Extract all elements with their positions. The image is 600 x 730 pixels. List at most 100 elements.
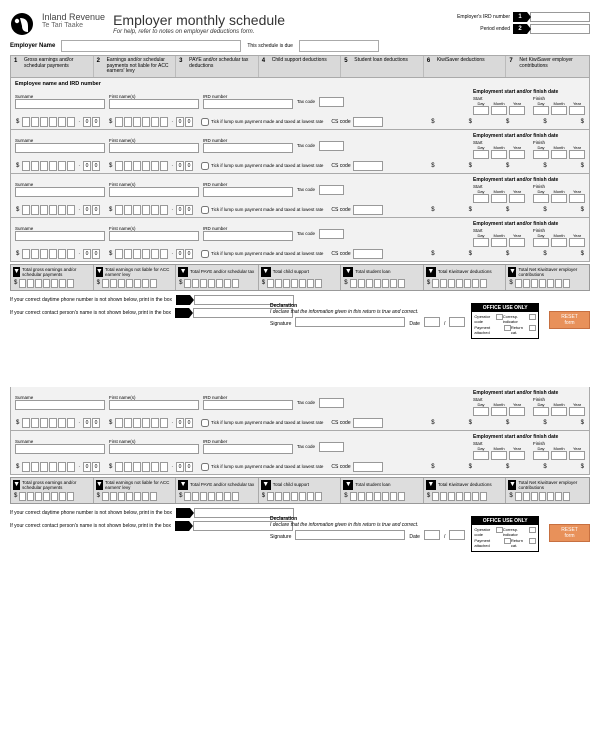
tax-code-input[interactable]: [319, 185, 344, 195]
amount-digit[interactable]: [160, 462, 168, 472]
date-day[interactable]: [533, 106, 549, 115]
total-digit[interactable]: [150, 279, 157, 288]
date-day[interactable]: [473, 407, 489, 416]
total-digit[interactable]: [59, 279, 66, 288]
decl-date-d[interactable]: [424, 317, 440, 327]
total-digit[interactable]: [43, 492, 50, 501]
office-box-p2-1a[interactable]: [496, 527, 503, 533]
date-month[interactable]: [551, 106, 567, 115]
amount-digit[interactable]: [151, 161, 159, 171]
total-digit[interactable]: [547, 492, 554, 501]
total-digit[interactable]: [126, 279, 133, 288]
total-digit[interactable]: [440, 492, 447, 501]
total-digit[interactable]: [267, 279, 274, 288]
amount-digit[interactable]: [22, 161, 30, 171]
amount-digit[interactable]: [124, 462, 132, 472]
total-digit[interactable]: [464, 492, 471, 501]
amount-digit[interactable]: [58, 418, 66, 428]
lump-sum-check[interactable]: Tick if lump sum payment made and taxed …: [201, 206, 323, 214]
office-box-2a[interactable]: [504, 325, 511, 331]
total-digit[interactable]: [307, 279, 314, 288]
amount-digit[interactable]: [160, 161, 168, 171]
ird-number-input[interactable]: [203, 400, 293, 410]
total-digit[interactable]: [142, 492, 149, 501]
amount-digit[interactable]: [22, 249, 30, 259]
amount-digit[interactable]: [142, 249, 150, 259]
total-digit[interactable]: [232, 492, 239, 501]
office-box-p2-2b[interactable]: [529, 538, 536, 544]
total-digit[interactable]: [216, 279, 223, 288]
total-digit[interactable]: [456, 492, 463, 501]
amount-digit[interactable]: [142, 418, 150, 428]
total-digit[interactable]: [350, 492, 357, 501]
total-digit[interactable]: [390, 492, 397, 501]
lump-sum-check[interactable]: Tick if lump sum payment made and taxed …: [201, 118, 323, 126]
surname-input[interactable]: [15, 231, 105, 241]
date-month[interactable]: [551, 150, 567, 159]
firstname-input[interactable]: [109, 187, 199, 197]
total-digit[interactable]: [142, 279, 149, 288]
total-digit[interactable]: [51, 492, 58, 501]
total-digit[interactable]: [358, 279, 365, 288]
tax-code-input[interactable]: [319, 141, 344, 151]
date-year[interactable]: [569, 451, 585, 460]
date-month[interactable]: [491, 106, 507, 115]
cents-digit[interactable]: [176, 161, 184, 171]
total-digit[interactable]: [134, 492, 141, 501]
total-digit[interactable]: [43, 279, 50, 288]
total-digit[interactable]: [315, 279, 322, 288]
amount-digit[interactable]: [151, 249, 159, 259]
office-box-1b[interactable]: [529, 314, 536, 320]
total-digit[interactable]: [192, 492, 199, 501]
total-digit[interactable]: [275, 492, 282, 501]
total-digit[interactable]: [19, 492, 26, 501]
cents-digit[interactable]: [92, 418, 100, 428]
total-digit[interactable]: [398, 492, 405, 501]
date-year[interactable]: [509, 238, 525, 247]
date-year[interactable]: [509, 407, 525, 416]
date-month[interactable]: [551, 451, 567, 460]
decl-date-m[interactable]: [449, 317, 465, 327]
date-day[interactable]: [473, 150, 489, 159]
signature-input[interactable]: [295, 317, 405, 327]
total-digit[interactable]: [19, 279, 26, 288]
total-digit[interactable]: [126, 492, 133, 501]
lump-sum-check[interactable]: Tick if lump sum payment made and taxed …: [201, 463, 323, 471]
amount-digit[interactable]: [40, 117, 48, 127]
cents-digit[interactable]: [185, 249, 193, 259]
total-digit[interactable]: [555, 279, 562, 288]
total-digit[interactable]: [390, 279, 397, 288]
amount-digit[interactable]: [124, 249, 132, 259]
date-year[interactable]: [569, 106, 585, 115]
total-digit[interactable]: [27, 279, 34, 288]
amount-digit[interactable]: [115, 462, 123, 472]
cs-code-input[interactable]: [353, 161, 383, 171]
ird-number-input[interactable]: [203, 444, 293, 454]
total-digit[interactable]: [67, 279, 74, 288]
ird-number-input[interactable]: [203, 231, 293, 241]
amount-digit[interactable]: [142, 462, 150, 472]
surname-input[interactable]: [15, 187, 105, 197]
amount-digit[interactable]: [22, 462, 30, 472]
date-year[interactable]: [569, 194, 585, 203]
total-digit[interactable]: [118, 492, 125, 501]
amount-digit[interactable]: [40, 161, 48, 171]
employer-name-input[interactable]: [61, 40, 241, 52]
cents-digit[interactable]: [176, 418, 184, 428]
cents-digit[interactable]: [83, 161, 91, 171]
amount-digit[interactable]: [67, 117, 75, 127]
cents-digit[interactable]: [92, 205, 100, 215]
amount-digit[interactable]: [115, 249, 123, 259]
total-digit[interactable]: [531, 279, 538, 288]
amount-digit[interactable]: [31, 249, 39, 259]
date-year[interactable]: [509, 194, 525, 203]
total-digit[interactable]: [358, 492, 365, 501]
total-digit[interactable]: [102, 279, 109, 288]
total-digit[interactable]: [35, 492, 42, 501]
date-day[interactable]: [533, 451, 549, 460]
amount-digit[interactable]: [142, 117, 150, 127]
amount-digit[interactable]: [40, 418, 48, 428]
office-box-2b[interactable]: [529, 325, 536, 331]
total-digit[interactable]: [480, 279, 487, 288]
reset-button[interactable]: RESET form: [549, 311, 590, 329]
